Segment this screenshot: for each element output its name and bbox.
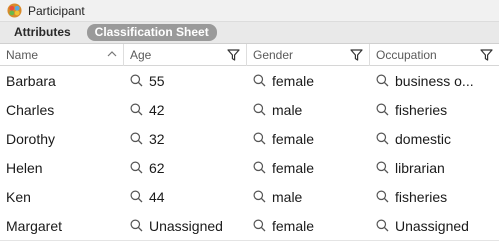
table-row[interactable]: Barbara 55 female business o... [0, 66, 499, 95]
search-icon[interactable] [253, 161, 266, 174]
name-cell[interactable]: Charles [0, 95, 124, 124]
occupation-value: Unassigned [395, 217, 469, 234]
search-icon[interactable] [130, 219, 143, 232]
column-header-occupation[interactable]: Occupation [370, 44, 499, 66]
occupation-cell[interactable]: Unassigned [370, 211, 499, 240]
gender-value: male [272, 188, 303, 205]
column-header-age[interactable]: Age [124, 44, 247, 66]
tab-attributes[interactable]: Attributes [6, 24, 79, 41]
gender-value: female [272, 159, 315, 176]
age-value: 44 [149, 188, 165, 205]
name-cell[interactable]: Barbara [0, 66, 124, 95]
occupation-value: fisheries [395, 188, 448, 205]
occupation-cell[interactable]: fisheries [370, 95, 499, 124]
search-icon[interactable] [253, 103, 266, 116]
table-row[interactable]: Charles 42 male fisheries [0, 95, 499, 124]
gender-value: male [272, 101, 303, 118]
gender-value: female [272, 130, 315, 147]
table-row[interactable]: Helen 62 female librarian [0, 153, 499, 182]
table-row[interactable]: Dorothy 32 female domestic [0, 124, 499, 153]
column-header-name[interactable]: Name [0, 44, 124, 66]
search-icon[interactable] [376, 161, 389, 174]
table-row[interactable]: Ken 44 male fisheries [0, 182, 499, 211]
tab-classification-sheet[interactable]: Classification Sheet [86, 24, 217, 41]
app-icon [7, 3, 22, 18]
gender-cell[interactable]: male [247, 95, 370, 124]
search-icon[interactable] [253, 132, 266, 145]
column-label: Name [6, 48, 39, 62]
search-icon[interactable] [253, 74, 266, 87]
occupation-value: business o... [395, 72, 474, 89]
column-label: Occupation [376, 48, 437, 62]
occupation-value: domestic [395, 130, 452, 147]
column-label: Gender [253, 48, 294, 62]
table-body: Barbara 55 female business o... Charles … [0, 66, 499, 240]
search-icon[interactable] [130, 74, 143, 87]
age-cell[interactable]: 62 [124, 153, 247, 182]
gender-value: female [272, 217, 315, 234]
search-icon[interactable] [130, 132, 143, 145]
search-icon[interactable] [253, 190, 266, 203]
gender-value: female [272, 72, 315, 89]
gender-cell[interactable]: female [247, 124, 370, 153]
filter-icon[interactable] [227, 49, 240, 61]
name-cell[interactable]: Margaret [0, 211, 124, 240]
age-value: 32 [149, 130, 165, 147]
occupation-value: fisheries [395, 101, 448, 118]
filter-icon[interactable] [350, 49, 363, 61]
age-cell[interactable]: 32 [124, 124, 247, 153]
tab-bar: Attributes Classification Sheet [0, 22, 499, 44]
divider [0, 240, 499, 241]
age-value: Unassigned [149, 217, 223, 234]
search-icon[interactable] [130, 190, 143, 203]
window-title: Participant [28, 3, 85, 18]
chevron-up-icon[interactable] [107, 50, 117, 58]
occupation-cell[interactable]: business o... [370, 66, 499, 95]
table-row[interactable]: Margaret Unassigned female Unassigned [0, 211, 499, 240]
search-icon[interactable] [130, 103, 143, 116]
name-cell[interactable]: Dorothy [0, 124, 124, 153]
search-icon[interactable] [253, 219, 266, 232]
occupation-cell[interactable]: fisheries [370, 182, 499, 211]
gender-cell[interactable]: female [247, 211, 370, 240]
age-cell[interactable]: 42 [124, 95, 247, 124]
table-header: Name Age Gender Occupation [0, 44, 499, 66]
name-cell[interactable]: Ken [0, 182, 124, 211]
search-icon[interactable] [376, 190, 389, 203]
column-header-gender[interactable]: Gender [247, 44, 370, 66]
gender-cell[interactable]: male [247, 182, 370, 211]
window-titlebar: Participant [0, 0, 499, 22]
search-icon[interactable] [376, 219, 389, 232]
age-value: 55 [149, 72, 165, 89]
search-icon[interactable] [376, 74, 389, 87]
filter-icon[interactable] [480, 49, 493, 61]
age-cell[interactable]: 55 [124, 66, 247, 95]
occupation-cell[interactable]: librarian [370, 153, 499, 182]
search-icon[interactable] [130, 161, 143, 174]
occupation-cell[interactable]: domestic [370, 124, 499, 153]
gender-cell[interactable]: female [247, 153, 370, 182]
age-cell[interactable]: Unassigned [124, 211, 247, 240]
search-icon[interactable] [376, 103, 389, 116]
age-value: 62 [149, 159, 165, 176]
search-icon[interactable] [376, 132, 389, 145]
gender-cell[interactable]: female [247, 66, 370, 95]
age-value: 42 [149, 101, 165, 118]
age-cell[interactable]: 44 [124, 182, 247, 211]
column-label: Age [130, 48, 152, 62]
occupation-value: librarian [395, 159, 445, 176]
name-cell[interactable]: Helen [0, 153, 124, 182]
